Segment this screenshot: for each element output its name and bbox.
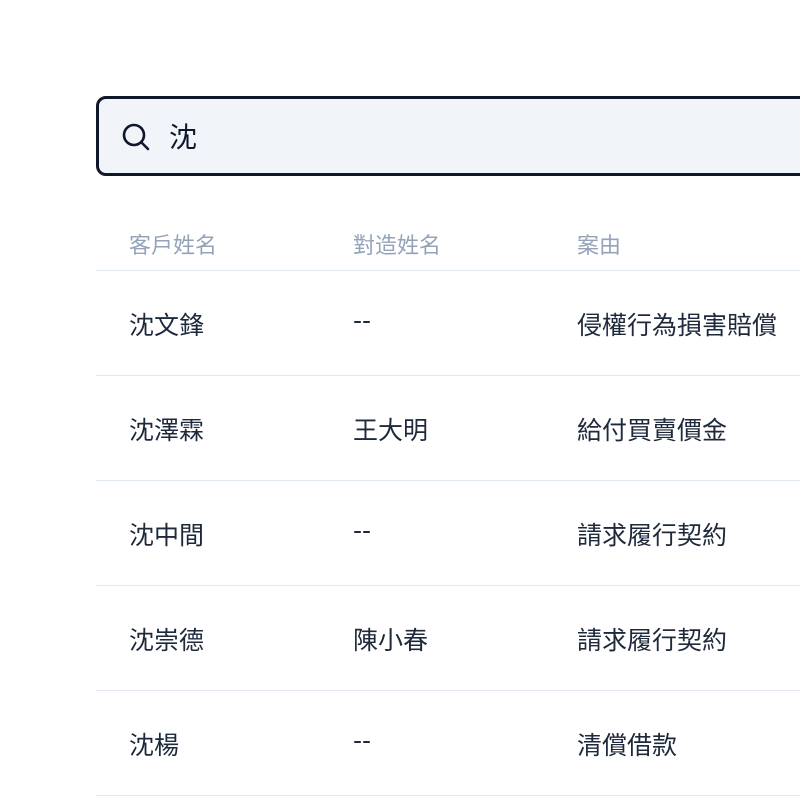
table-row[interactable]: 沈楊 -- 清償借款: [96, 691, 800, 796]
cell-case-cause: 請求履行契約: [577, 521, 728, 550]
cell-client-name: 沈楊: [129, 731, 180, 760]
search-icon: [120, 121, 152, 153]
table-row[interactable]: 沈澤霖 王大明 給付買賣價金: [96, 376, 800, 481]
cell-opposing-party-name: --: [353, 306, 372, 335]
table-row[interactable]: 沈崇德 陳小春 請求履行契約: [96, 586, 800, 691]
cell-case-cause: 侵權行為損害賠償: [577, 311, 778, 340]
cell-opposing-party-name: --: [353, 516, 372, 545]
table-header: 客戶姓名 對造姓名 案由: [96, 214, 800, 271]
cell-case-cause: 請求履行契約: [577, 626, 728, 655]
cell-opposing-party-name: --: [353, 726, 372, 755]
cell-opposing-party-name: 王大明: [353, 416, 429, 445]
table-row[interactable]: 沈中間 -- 請求履行契約: [96, 481, 800, 586]
cell-case-cause: 清償借款: [577, 731, 678, 760]
cell-opposing-party-name: 陳小春: [353, 626, 429, 655]
search-box[interactable]: [96, 96, 800, 176]
header-client-name: 客戶姓名: [129, 234, 218, 259]
table-row[interactable]: 沈文鋒 -- 侵權行為損害賠償: [96, 271, 800, 376]
cell-client-name: 沈文鋒: [129, 311, 205, 340]
results-table: 客戶姓名 對造姓名 案由 沈文鋒 -- 侵權行為損害賠償 沈澤霖 王大明 給付買…: [96, 214, 800, 796]
cell-client-name: 沈中間: [129, 521, 205, 550]
cell-case-cause: 給付買賣價金: [577, 416, 728, 445]
cell-client-name: 沈澤霖: [129, 416, 205, 445]
header-opposing-party-name: 對造姓名: [353, 234, 442, 259]
search-input[interactable]: [169, 113, 749, 159]
cell-client-name: 沈崇德: [129, 626, 205, 655]
header-case-cause: 案由: [577, 234, 622, 259]
page: 客戶姓名 對造姓名 案由 沈文鋒 -- 侵權行為損害賠償 沈澤霖 王大明 給付買…: [0, 0, 800, 800]
